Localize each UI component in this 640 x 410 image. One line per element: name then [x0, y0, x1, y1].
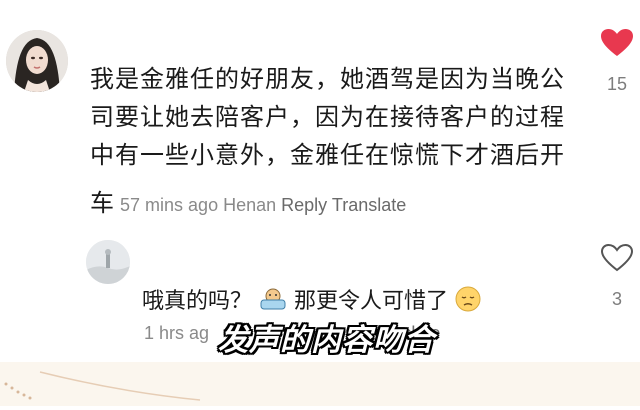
reply-avatar[interactable] [86, 240, 130, 284]
commenter-avatar[interactable] [6, 30, 68, 92]
video-subtitle: 发声的内容吻合 [218, 323, 435, 358]
heart-outline-icon[interactable] [597, 243, 637, 277]
comment-time: 57 mins ago [120, 195, 219, 215]
avatar-portrait-image [6, 30, 68, 92]
reply-time: 1 hrs ag [144, 323, 210, 343]
bottom-decorative-band [0, 362, 640, 406]
reply-like: 3 [597, 243, 637, 310]
comment-body: 我是金雅任的好朋友，她酒驾是因为当晚公 司要让她去陪客户，因为在接待客户的过程 … [90, 60, 570, 174]
comment-line: 我是金雅任的好朋友，她酒驾是因为当晚公 [90, 65, 565, 93]
heart-filled-icon[interactable] [597, 28, 637, 62]
reply-button[interactable]: Reply [281, 195, 327, 215]
bathing-emoji-icon [259, 286, 287, 318]
translate-button[interactable]: Translate [332, 195, 406, 215]
comment-line: 司要让她去陪客户，因为在接待客户的过程 [90, 103, 565, 131]
avatar-landscape-image [86, 240, 130, 284]
reply-text-part: 那更令人可惜了 [294, 289, 449, 314]
comment-like: 15 [597, 28, 637, 95]
dotted-decoration [4, 371, 201, 401]
like-count: 3 [611, 289, 622, 309]
reply-text-part: 哦真的吗？ [142, 289, 253, 314]
comment-line: 中有一些小意外，金雅任在惊慌下才酒后开 [90, 141, 565, 169]
comment-meta: 车 57 mins ago Henan Reply Translate [90, 183, 406, 218]
pensive-face-icon [455, 286, 481, 318]
comment-last-char: 车 [90, 189, 115, 217]
comment-location: Henan [223, 195, 277, 215]
reply-body: 哦真的吗？ 那更令人可惜了 [142, 283, 481, 318]
like-count: 15 [606, 74, 628, 94]
